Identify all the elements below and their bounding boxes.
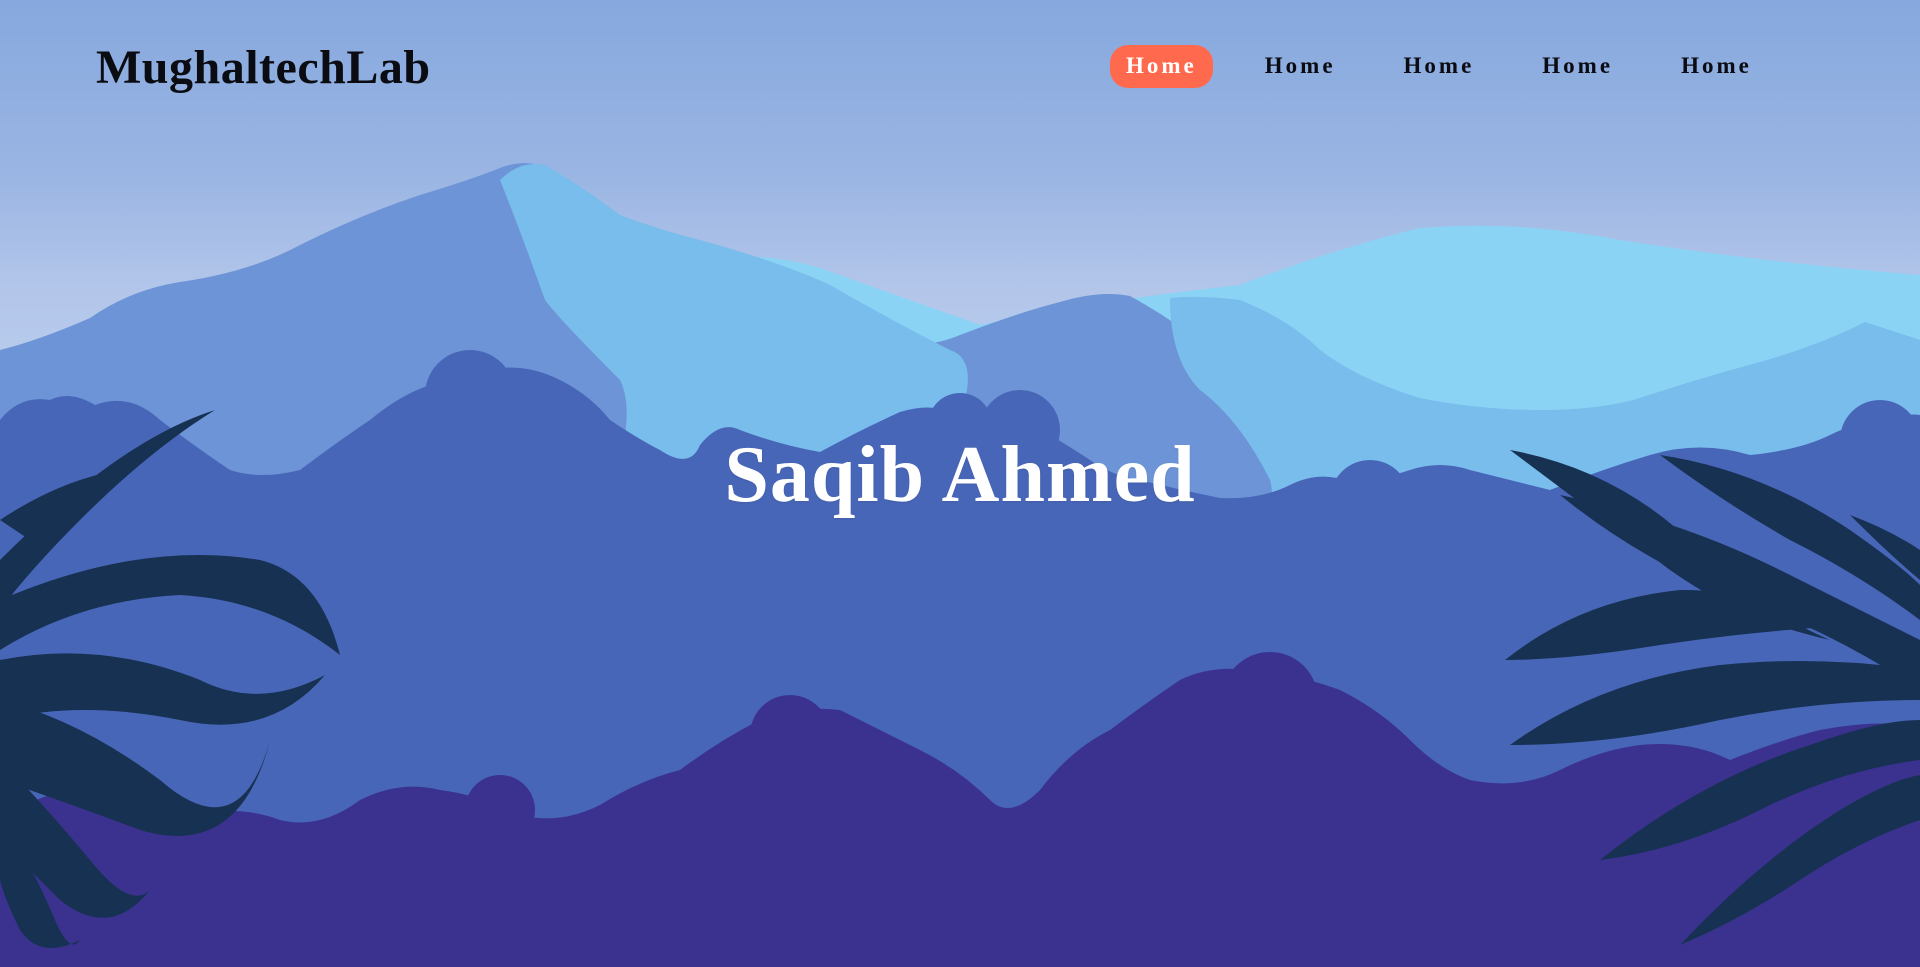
nav-link-home-2[interactable]: Home (1249, 45, 1352, 88)
bush-front-1 (750, 695, 830, 775)
bush-front-3 (1172, 672, 1248, 748)
nav-item: Home (1110, 45, 1213, 88)
nav-link-home-4[interactable]: Home (1526, 45, 1629, 88)
hero-page: MughaltechLab Home Home Home Home Home S… (0, 0, 1920, 967)
nav-item: Home (1249, 45, 1352, 88)
bush-front-4 (465, 775, 535, 845)
navbar: MughaltechLab Home Home Home Home Home (0, 0, 1920, 135)
nav-link-home-active[interactable]: Home (1110, 45, 1213, 88)
site-logo[interactable]: MughaltechLab (96, 38, 431, 98)
nav-item: Home (1388, 45, 1491, 88)
nav-menu: Home Home Home Home Home (1110, 45, 1804, 88)
nav-item: Home (1526, 45, 1629, 88)
nav-link-home-3[interactable]: Home (1388, 45, 1491, 88)
nav-link-home-5[interactable]: Home (1665, 45, 1768, 88)
hero-title: Saqib Ahmed (724, 431, 1196, 519)
nav-item: Home (1665, 45, 1768, 88)
